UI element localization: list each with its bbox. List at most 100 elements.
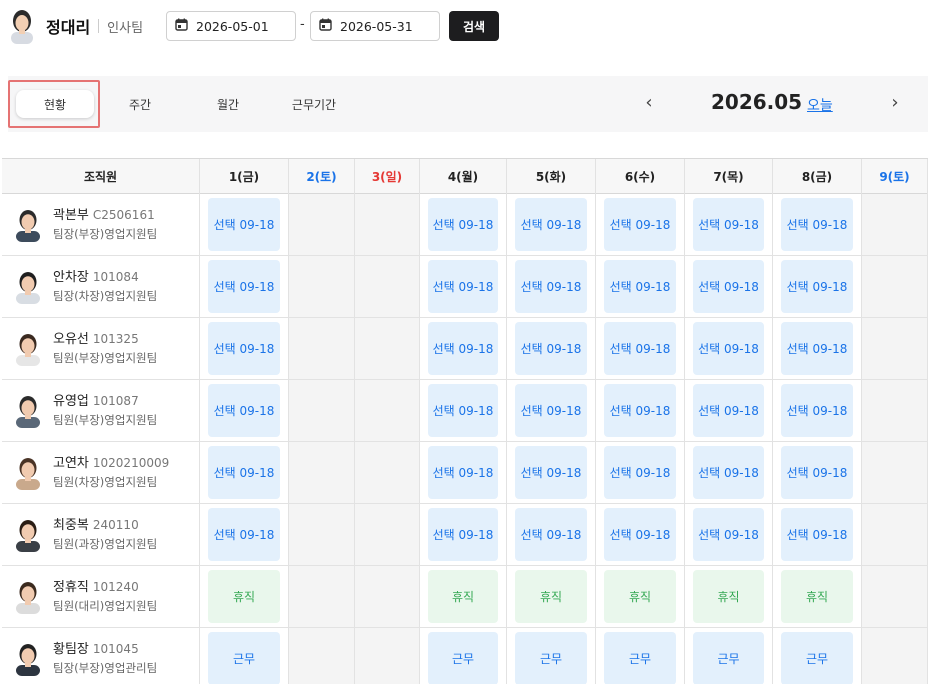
day-cell[interactable]: 휴직 (420, 566, 507, 627)
schedule-chip[interactable]: 선택 09-18 (515, 322, 587, 375)
day-cell[interactable]: 휴직 (596, 566, 685, 627)
tab-monthly[interactable]: 월간 (208, 90, 248, 118)
day-cell[interactable]: 선택 09-18 (596, 256, 685, 317)
schedule-chip[interactable]: 선택 09-18 (428, 322, 498, 375)
day-cell[interactable]: 선택 09-18 (420, 504, 507, 565)
day-cell[interactable]: 근무 (200, 628, 289, 684)
day-cell[interactable]: 선택 09-18 (507, 194, 596, 255)
employee-cell[interactable]: 최중복 240110 팀원(과장)영업지원팀 (2, 504, 200, 565)
day-cell[interactable]: 휴직 (507, 566, 596, 627)
day-cell[interactable]: 선택 09-18 (596, 442, 685, 503)
schedule-chip[interactable]: 선택 09-18 (781, 384, 853, 437)
day-cell[interactable]: 선택 09-18 (200, 504, 289, 565)
schedule-chip[interactable]: 선택 09-18 (781, 322, 853, 375)
schedule-chip[interactable]: 선택 09-18 (604, 384, 676, 437)
day-cell[interactable]: 선택 09-18 (596, 194, 685, 255)
day-cell[interactable]: 선택 09-18 (507, 318, 596, 379)
schedule-chip[interactable]: 선택 09-18 (428, 446, 498, 499)
leave-chip[interactable]: 휴직 (428, 570, 498, 623)
schedule-chip[interactable]: 선택 09-18 (428, 384, 498, 437)
employee-cell[interactable]: 정휴직 101240 팀원(대리)영업지원팀 (2, 566, 200, 627)
schedule-chip[interactable]: 선택 09-18 (604, 322, 676, 375)
schedule-chip[interactable]: 선택 09-18 (515, 198, 587, 251)
day-cell[interactable]: 선택 09-18 (685, 256, 773, 317)
schedule-chip[interactable]: 선택 09-18 (428, 508, 498, 561)
day-cell[interactable]: 근무 (420, 628, 507, 684)
schedule-chip[interactable]: 선택 09-18 (693, 198, 764, 251)
today-link[interactable]: 오늘 (807, 95, 833, 115)
schedule-chip[interactable]: 선택 09-18 (604, 508, 676, 561)
employee-cell[interactable]: 오유선 101325 팀원(부장)영업지원팀 (2, 318, 200, 379)
day-cell[interactable]: 선택 09-18 (596, 318, 685, 379)
employee-cell[interactable]: 유영업 101087 팀원(부장)영업지원팀 (2, 380, 200, 441)
tab-status[interactable]: 현황 (16, 90, 94, 118)
day-cell[interactable]: 근무 (507, 628, 596, 684)
schedule-chip[interactable]: 선택 09-18 (693, 384, 764, 437)
schedule-chip[interactable]: 선택 09-18 (208, 446, 280, 499)
day-cell[interactable]: 선택 09-18 (420, 318, 507, 379)
end-date-field[interactable]: 2026-05-31 (310, 11, 440, 41)
day-cell[interactable]: 선택 09-18 (200, 318, 289, 379)
schedule-chip[interactable]: 선택 09-18 (428, 260, 498, 313)
leave-chip[interactable]: 휴직 (781, 570, 853, 623)
schedule-chip[interactable]: 근무 (693, 632, 764, 684)
day-cell[interactable]: 선택 09-18 (773, 256, 862, 317)
schedule-chip[interactable]: 선택 09-18 (208, 198, 280, 251)
schedule-chip[interactable]: 선택 09-18 (515, 384, 587, 437)
schedule-chip[interactable]: 선택 09-18 (515, 508, 587, 561)
day-cell[interactable]: 선택 09-18 (773, 504, 862, 565)
day-cell[interactable]: 근무 (685, 628, 773, 684)
day-cell[interactable]: 선택 09-18 (200, 380, 289, 441)
day-cell[interactable]: 선택 09-18 (420, 256, 507, 317)
schedule-chip[interactable]: 선택 09-18 (781, 508, 853, 561)
day-cell[interactable]: 선택 09-18 (596, 504, 685, 565)
day-cell[interactable]: 휴직 (200, 566, 289, 627)
tab-weekly[interactable]: 주간 (120, 90, 160, 118)
employee-cell[interactable]: 곽본부 C2506161 팀장(부장)영업지원팀 (2, 194, 200, 255)
day-cell[interactable]: 선택 09-18 (685, 380, 773, 441)
schedule-chip[interactable]: 선택 09-18 (693, 260, 764, 313)
day-cell[interactable]: 선택 09-18 (507, 380, 596, 441)
schedule-chip[interactable]: 근무 (781, 632, 853, 684)
schedule-chip[interactable]: 선택 09-18 (208, 508, 280, 561)
schedule-chip[interactable]: 선택 09-18 (604, 446, 676, 499)
day-cell[interactable]: 선택 09-18 (773, 194, 862, 255)
schedule-chip[interactable]: 선택 09-18 (693, 322, 764, 375)
day-cell[interactable]: 선택 09-18 (685, 194, 773, 255)
day-cell[interactable]: 선택 09-18 (200, 442, 289, 503)
day-cell[interactable]: 선택 09-18 (773, 442, 862, 503)
day-cell[interactable]: 근무 (596, 628, 685, 684)
day-cell[interactable]: 선택 09-18 (685, 504, 773, 565)
schedule-chip[interactable]: 선택 09-18 (781, 198, 853, 251)
schedule-chip[interactable]: 선택 09-18 (693, 508, 764, 561)
search-button[interactable]: 검색 (449, 11, 499, 41)
day-cell[interactable]: 선택 09-18 (200, 194, 289, 255)
schedule-chip[interactable]: 선택 09-18 (208, 322, 280, 375)
day-cell[interactable]: 선택 09-18 (773, 318, 862, 379)
schedule-chip[interactable]: 근무 (208, 632, 280, 684)
day-cell[interactable]: 휴직 (685, 566, 773, 627)
schedule-chip[interactable]: 선택 09-18 (781, 260, 853, 313)
day-cell[interactable]: 선택 09-18 (420, 194, 507, 255)
leave-chip[interactable]: 휴직 (693, 570, 764, 623)
day-cell[interactable]: 선택 09-18 (596, 380, 685, 441)
schedule-chip[interactable]: 근무 (604, 632, 676, 684)
day-cell[interactable]: 선택 09-18 (685, 318, 773, 379)
employee-cell[interactable]: 황팀장 101045 팀장(부장)영업관리팀 (2, 628, 200, 684)
leave-chip[interactable]: 휴직 (604, 570, 676, 623)
schedule-chip[interactable]: 선택 09-18 (693, 446, 764, 499)
schedule-chip[interactable]: 근무 (515, 632, 587, 684)
day-cell[interactable]: 근무 (773, 628, 862, 684)
day-cell[interactable]: 선택 09-18 (200, 256, 289, 317)
schedule-chip[interactable]: 선택 09-18 (208, 260, 280, 313)
chevron-right-icon[interactable]: › (885, 92, 905, 113)
schedule-chip[interactable]: 선택 09-18 (515, 446, 587, 499)
start-date-field[interactable]: 2026-05-01 (166, 11, 296, 41)
leave-chip[interactable]: 휴직 (515, 570, 587, 623)
schedule-chip[interactable]: 선택 09-18 (604, 198, 676, 251)
chevron-left-icon[interactable]: ‹ (639, 92, 659, 113)
employee-cell[interactable]: 안차장 101084 팀장(차장)영업지원팀 (2, 256, 200, 317)
schedule-chip[interactable]: 선택 09-18 (428, 198, 498, 251)
schedule-chip[interactable]: 선택 09-18 (515, 260, 587, 313)
leave-chip[interactable]: 휴직 (208, 570, 280, 623)
